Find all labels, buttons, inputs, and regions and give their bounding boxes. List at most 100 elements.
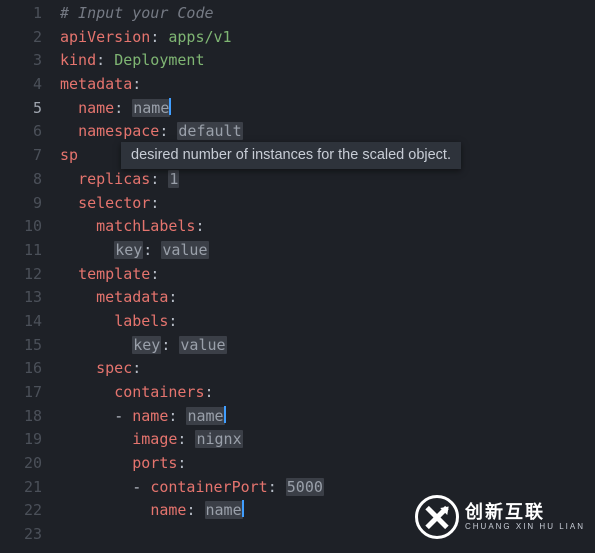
token-str: Deployment — [114, 51, 204, 69]
token-placeholder: name — [186, 407, 224, 425]
token-comment: # Input your Code — [60, 4, 214, 22]
token-colon: : — [268, 478, 286, 496]
code-line[interactable]: apiVersion: apps/v1 — [60, 26, 595, 50]
code-line[interactable]: metadata: — [60, 286, 595, 310]
token-colon: : — [186, 501, 204, 519]
line-number: 21 — [0, 476, 42, 500]
code-editor[interactable]: 1234567891011121314151617181920212223 # … — [0, 0, 595, 553]
code-line[interactable]: namespace: default — [60, 120, 595, 144]
line-number: 2 — [0, 26, 42, 50]
token-colon: : — [168, 288, 177, 306]
code-line[interactable]: labels: — [60, 310, 595, 334]
token-key: labels — [114, 312, 168, 330]
token-key: ports — [132, 454, 177, 472]
token-colon: : — [114, 99, 132, 117]
line-number: 23 — [0, 523, 42, 547]
hover-tooltip: desired number of instances for the scal… — [121, 142, 461, 169]
line-number: 10 — [0, 215, 42, 239]
token-key: metadata — [60, 75, 132, 93]
tabstop-cursor-icon — [242, 500, 244, 517]
line-number: 1 — [0, 2, 42, 26]
line-number: 7 — [0, 144, 42, 168]
code-line[interactable]: key: value — [60, 239, 595, 263]
token-dash: - — [132, 478, 150, 496]
code-line[interactable]: - name: name — [60, 405, 595, 429]
line-number: 13 — [0, 286, 42, 310]
token-key: template — [78, 265, 150, 283]
token-placeholder: value — [161, 241, 208, 259]
line-number: 4 — [0, 73, 42, 97]
code-line[interactable]: kind: Deployment — [60, 49, 595, 73]
token-key: matchLabels — [96, 217, 195, 235]
token-key: name — [132, 407, 168, 425]
token-key: name — [150, 501, 186, 519]
line-number-gutter: 1234567891011121314151617181920212223 — [0, 2, 60, 553]
line-number: 14 — [0, 310, 42, 334]
token-colon: : — [177, 454, 186, 472]
line-number: 20 — [0, 452, 42, 476]
tooltip-text: desired number of instances for the scal… — [131, 147, 451, 163]
code-line[interactable]: replicas: 1 — [60, 168, 595, 192]
token-placeholder: key — [132, 336, 161, 354]
line-number: 11 — [0, 239, 42, 263]
token-placeholder: default — [177, 122, 242, 140]
token-placeholder: key — [114, 241, 143, 259]
token-placeholder: name — [132, 99, 170, 117]
token-colon: : — [168, 407, 186, 425]
line-number: 3 — [0, 49, 42, 73]
code-line[interactable]: matchLabels: — [60, 215, 595, 239]
tabstop-cursor-icon — [224, 406, 226, 423]
code-line[interactable]: selector: — [60, 192, 595, 216]
code-area[interactable]: # Input your CodeapiVersion: apps/v1kind… — [60, 2, 595, 553]
line-number: 17 — [0, 381, 42, 405]
token-placeholder: 1 — [168, 170, 179, 188]
code-line[interactable]: # Input your Code — [60, 2, 595, 26]
line-number: 16 — [0, 357, 42, 381]
token-str: apps/v1 — [168, 28, 231, 46]
watermark-subtitle: CHUANG XIN HU LIAN — [465, 522, 585, 532]
token-key: image — [132, 430, 177, 448]
line-number: 12 — [0, 263, 42, 287]
code-line[interactable]: key: value — [60, 334, 595, 358]
token-key: apiVersion — [60, 28, 150, 46]
line-number: 8 — [0, 168, 42, 192]
token-colon: : — [143, 241, 161, 259]
token-colon: : — [150, 28, 168, 46]
code-line[interactable]: containers: — [60, 381, 595, 405]
token-key: kind — [60, 51, 96, 69]
line-number: 5 — [0, 97, 42, 121]
token-key: spec — [96, 359, 132, 377]
code-line[interactable]: metadata: — [60, 73, 595, 97]
code-line[interactable]: ports: — [60, 452, 595, 476]
line-number: 18 — [0, 405, 42, 429]
token-key: replicas — [78, 170, 150, 188]
token-key: selector — [78, 194, 150, 212]
token-key: sp — [60, 146, 78, 164]
watermark-logo-icon — [415, 495, 459, 539]
line-number: 6 — [0, 120, 42, 144]
token-placeholder: value — [179, 336, 226, 354]
token-colon: : — [132, 359, 141, 377]
token-key: containers — [114, 383, 204, 401]
line-number: 9 — [0, 192, 42, 216]
code-line[interactable]: image: nignx — [60, 428, 595, 452]
token-colon: : — [161, 336, 179, 354]
code-line[interactable]: name: name — [60, 97, 595, 121]
token-colon: : — [132, 75, 141, 93]
token-colon: : — [177, 430, 195, 448]
line-number: 22 — [0, 499, 42, 523]
code-line[interactable]: template: — [60, 263, 595, 287]
token-colon: : — [150, 194, 159, 212]
token-key: metadata — [96, 288, 168, 306]
code-line[interactable]: spec: — [60, 357, 595, 381]
token-key: containerPort — [150, 478, 267, 496]
token-key: namespace — [78, 122, 159, 140]
token-colon: : — [150, 170, 168, 188]
token-colon: : — [150, 265, 159, 283]
token-key: name — [78, 99, 114, 117]
token-placeholder: 5000 — [286, 478, 324, 496]
watermark-title: 创新互联 — [465, 502, 585, 522]
token-colon: : — [205, 383, 214, 401]
line-number: 15 — [0, 334, 42, 358]
token-dash: - — [114, 407, 132, 425]
